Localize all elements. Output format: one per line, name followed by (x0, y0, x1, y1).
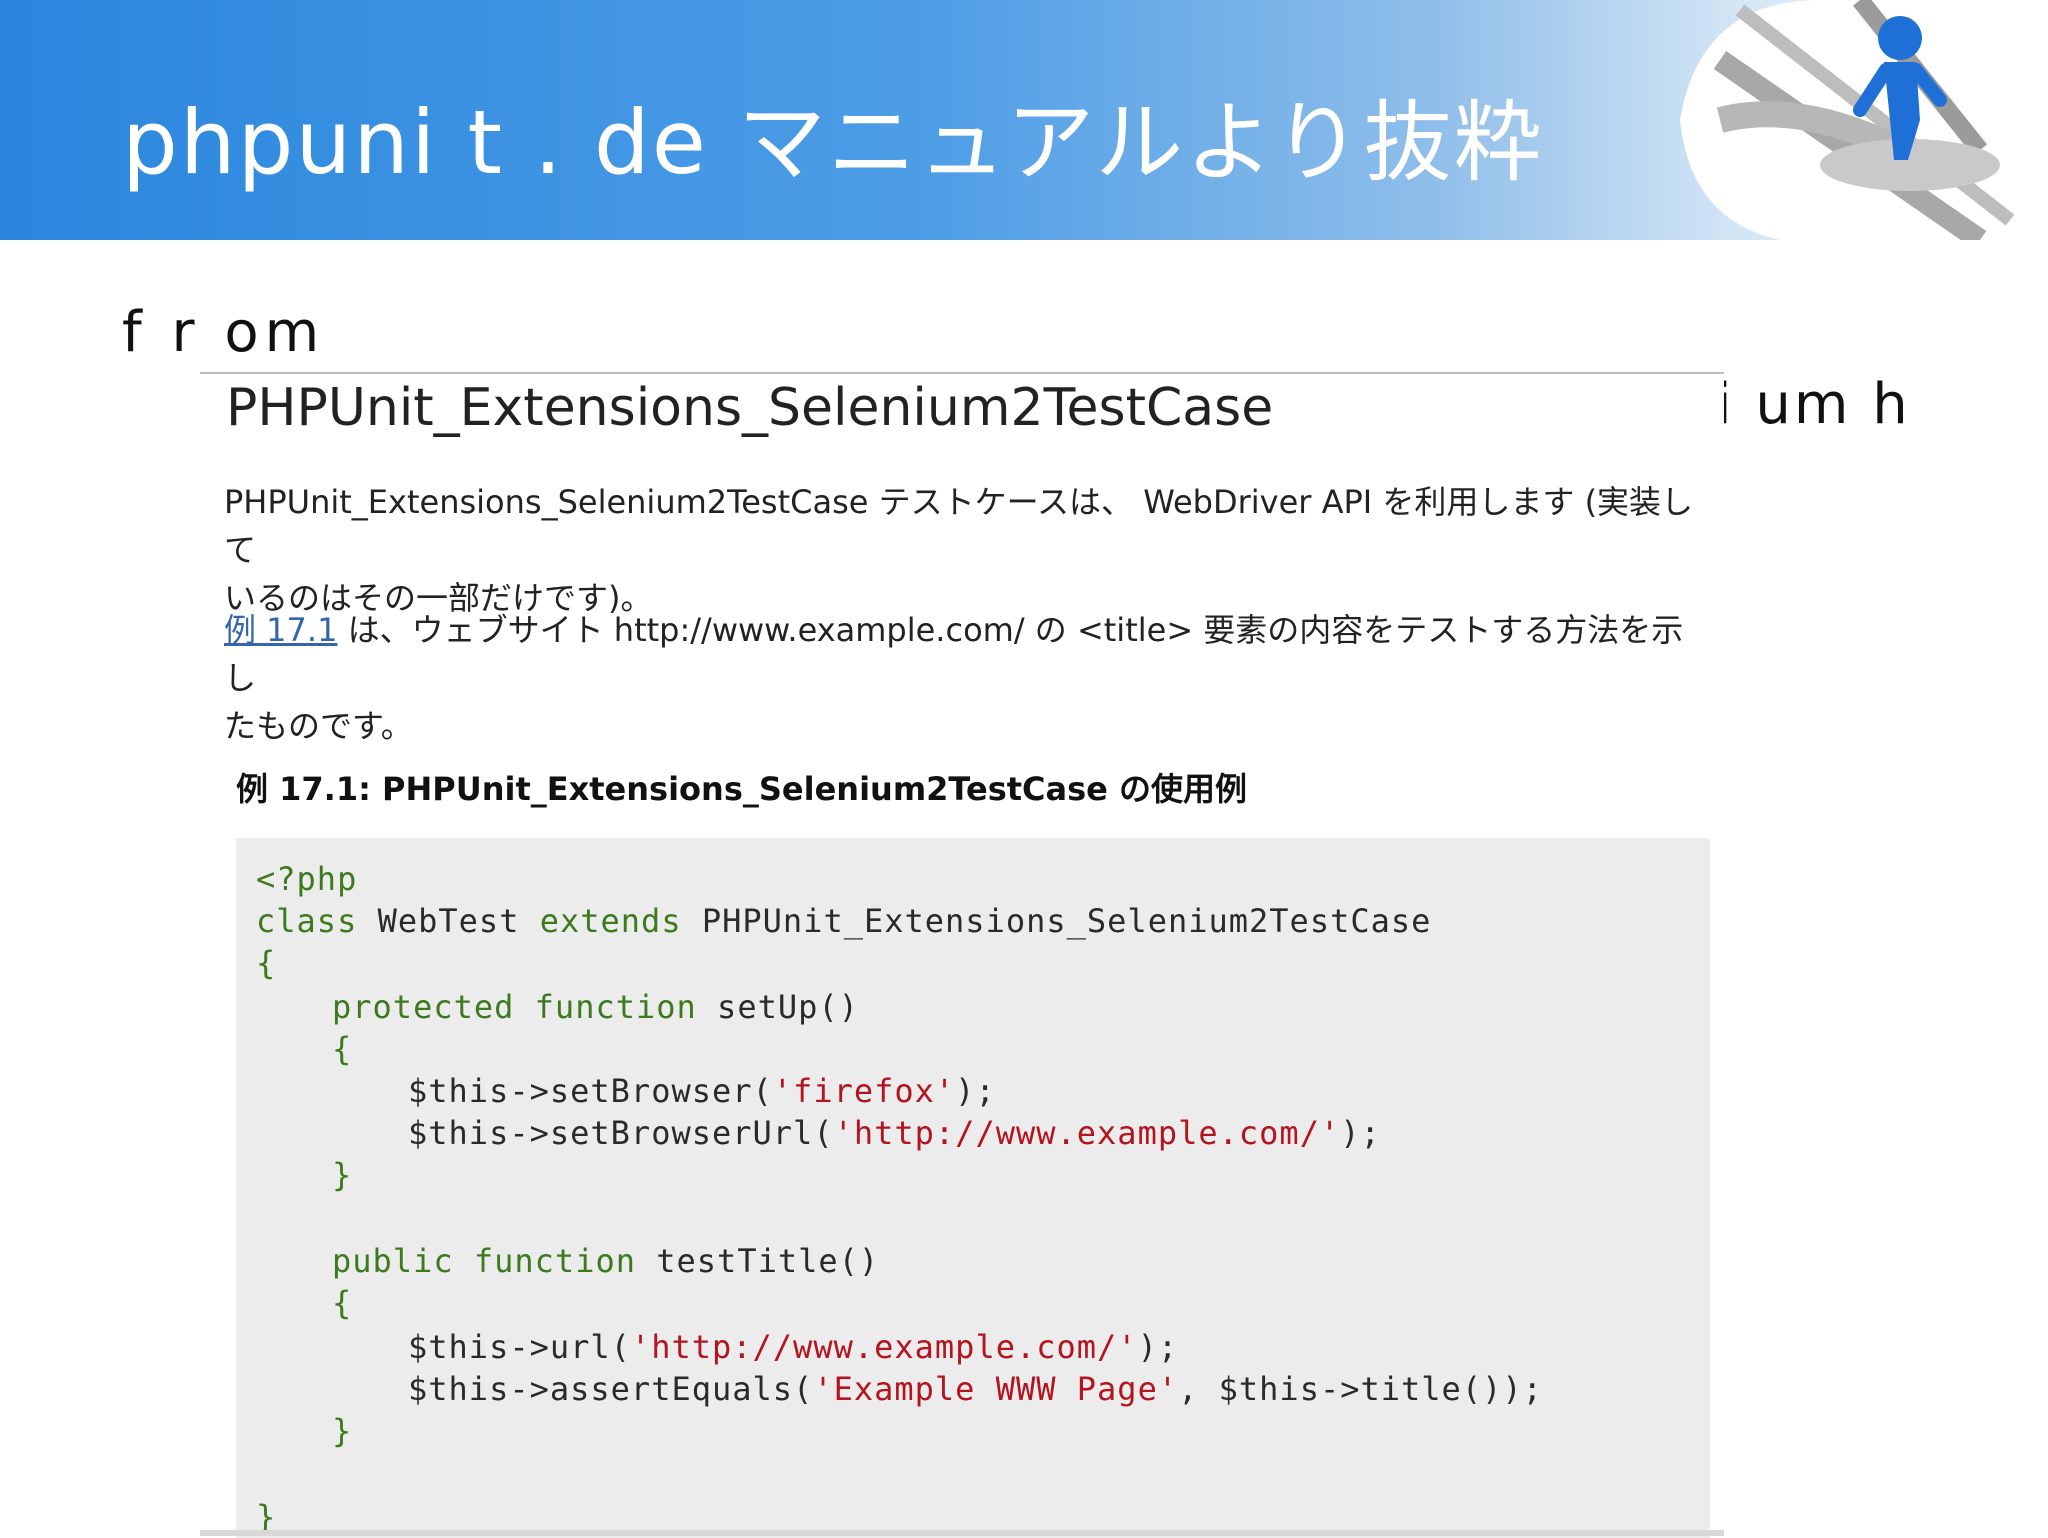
manual-heading: PHPUnit_Extensions_Selenium2TestCase (226, 378, 1274, 438)
code-line: { (256, 944, 277, 982)
code-line: $this->assertEquals('Example WWW Page', … (408, 1370, 1543, 1408)
example-caption: 例 17.1: PHPUnit_Extensions_Selenium2Test… (236, 770, 1248, 808)
code-line: <?php (256, 860, 358, 898)
code-line: class WebTest extends PHPUnit_Extensions… (256, 902, 1432, 940)
example-link[interactable]: 例 17.1 (224, 611, 337, 649)
truncated-url-text: i um h (1716, 372, 1911, 437)
code-line: } (332, 1412, 353, 1450)
from-text: f r om (122, 300, 326, 365)
code-line: { (332, 1030, 353, 1068)
code-line: $this->url('http://www.example.com/'); (408, 1328, 1179, 1366)
slide-header: phpuni t . de マニュアルより抜粋 (0, 0, 2048, 240)
slide-title: phpuni t . de マニュアルより抜粋 (122, 91, 1544, 194)
stick-figure-illustration (1680, 0, 2048, 240)
top-rule (200, 372, 1724, 374)
example-line-2: たものです。 (224, 707, 413, 745)
intro-line-1: PHPUnit_Extensions_Selenium2TestCase テスト… (224, 483, 1694, 569)
code-line: } (332, 1156, 353, 1194)
example-line-1: は、ウェブサイト http://www.example.com/ の <titl… (224, 611, 1684, 697)
bottom-rule (200, 1530, 1724, 1536)
code-line: $this->setBrowserUrl('http://www.example… (408, 1114, 1381, 1152)
code-line: $this->setBrowser('firefox'); (408, 1072, 996, 1110)
example-paragraph: 例 17.1 は、ウェブサイト http://www.example.com/ … (224, 606, 1704, 750)
code-line: protected function setUp() (332, 988, 859, 1026)
code-block: <?php class WebTest extends PHPUnit_Exte… (236, 838, 1710, 1538)
code-line: public function testTitle() (332, 1242, 880, 1280)
manual-screenshot: PHPUnit_Extensions_Selenium2TestCase PHP… (200, 372, 1724, 1538)
code-line: { (332, 1284, 353, 1322)
intro-paragraph: PHPUnit_Extensions_Selenium2TestCase テスト… (224, 478, 1704, 622)
